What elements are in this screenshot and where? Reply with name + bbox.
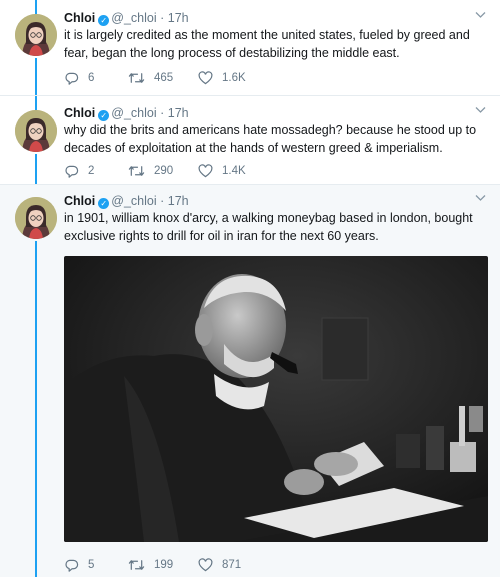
retweet-count: 465 — [154, 72, 174, 84]
verified-badge-icon: ✓ — [98, 110, 110, 121]
tweet-header: Chloi ✓ @_chloi · 17h — [64, 105, 189, 121]
verified-badge-icon: ✓ — [98, 15, 110, 26]
heart-icon — [198, 558, 213, 572]
retweet-button[interactable]: 290 — [128, 163, 173, 179]
tweet[interactable]: Chloi ✓ @_chloi · 17h it is largely credit… — [0, 0, 500, 96]
avatar[interactable] — [15, 197, 57, 239]
separator: · — [160, 11, 165, 25]
reply-button[interactable]: 6 — [64, 70, 94, 86]
chevron-down-icon[interactable] — [475, 10, 486, 22]
retweet-icon — [128, 73, 145, 83]
tweet-text: it is largely credited as the moment the… — [64, 28, 470, 60]
reply-count: 2 — [88, 165, 95, 177]
like-button[interactable]: 871 — [198, 557, 241, 573]
reply-button[interactable]: 2 — [64, 163, 94, 179]
heart-icon — [198, 71, 213, 85]
retweet-icon — [128, 560, 145, 570]
display-name[interactable]: Chloi — [64, 194, 95, 208]
reply-button[interactable]: 5 — [64, 557, 94, 573]
tweet-text: why did the brits and americans hate mos… — [64, 123, 477, 155]
like-button[interactable]: 1.4K — [198, 163, 246, 179]
timestamp[interactable]: 17h — [168, 11, 189, 25]
avatar[interactable] — [15, 110, 57, 152]
tweet-text: in 1901, william knox d'arcy, a walking … — [64, 211, 473, 243]
tweet[interactable]: Chloi ✓ @_chloi · 17h in 1901, william kno… — [0, 185, 500, 577]
reply-count: 6 — [88, 72, 95, 84]
retweet-button[interactable]: 465 — [128, 70, 173, 86]
like-count: 1.4K — [222, 165, 246, 177]
tweet-header: Chloi ✓ @_chloi · 17h — [64, 193, 189, 209]
thread-line-bottom — [35, 241, 37, 577]
like-count: 871 — [222, 559, 242, 571]
separator: · — [160, 194, 165, 208]
chevron-down-icon[interactable] — [475, 105, 486, 117]
timestamp[interactable]: 17h — [168, 194, 189, 208]
retweet-icon — [128, 166, 145, 176]
retweet-count: 290 — [154, 165, 174, 177]
display-name[interactable]: Chloi — [64, 106, 95, 120]
retweet-count: 199 — [154, 559, 174, 571]
avatar[interactable] — [15, 14, 57, 56]
handle[interactable]: @_chloi — [111, 194, 156, 208]
handle[interactable]: @_chloi — [111, 11, 156, 25]
timestamp[interactable]: 17h — [168, 106, 189, 120]
tweet-photo[interactable] — [64, 256, 488, 542]
like-count: 1.6K — [222, 72, 246, 84]
like-button[interactable]: 1.6K — [198, 70, 246, 86]
separator: · — [160, 106, 165, 120]
reply-count: 5 — [88, 559, 95, 571]
chevron-down-icon[interactable] — [475, 193, 486, 205]
reply-icon — [65, 72, 79, 85]
verified-badge-icon: ✓ — [98, 198, 110, 209]
heart-icon — [198, 164, 213, 178]
tweet[interactable]: Chloi ✓ @_chloi · 17h why did the brits an… — [0, 96, 500, 185]
retweet-button[interactable]: 199 — [128, 557, 173, 573]
handle[interactable]: @_chloi — [111, 106, 156, 120]
tweet-header: Chloi ✓ @_chloi · 17h — [64, 10, 189, 26]
display-name[interactable]: Chloi — [64, 11, 95, 25]
reply-icon — [65, 165, 79, 178]
reply-icon — [65, 559, 79, 572]
